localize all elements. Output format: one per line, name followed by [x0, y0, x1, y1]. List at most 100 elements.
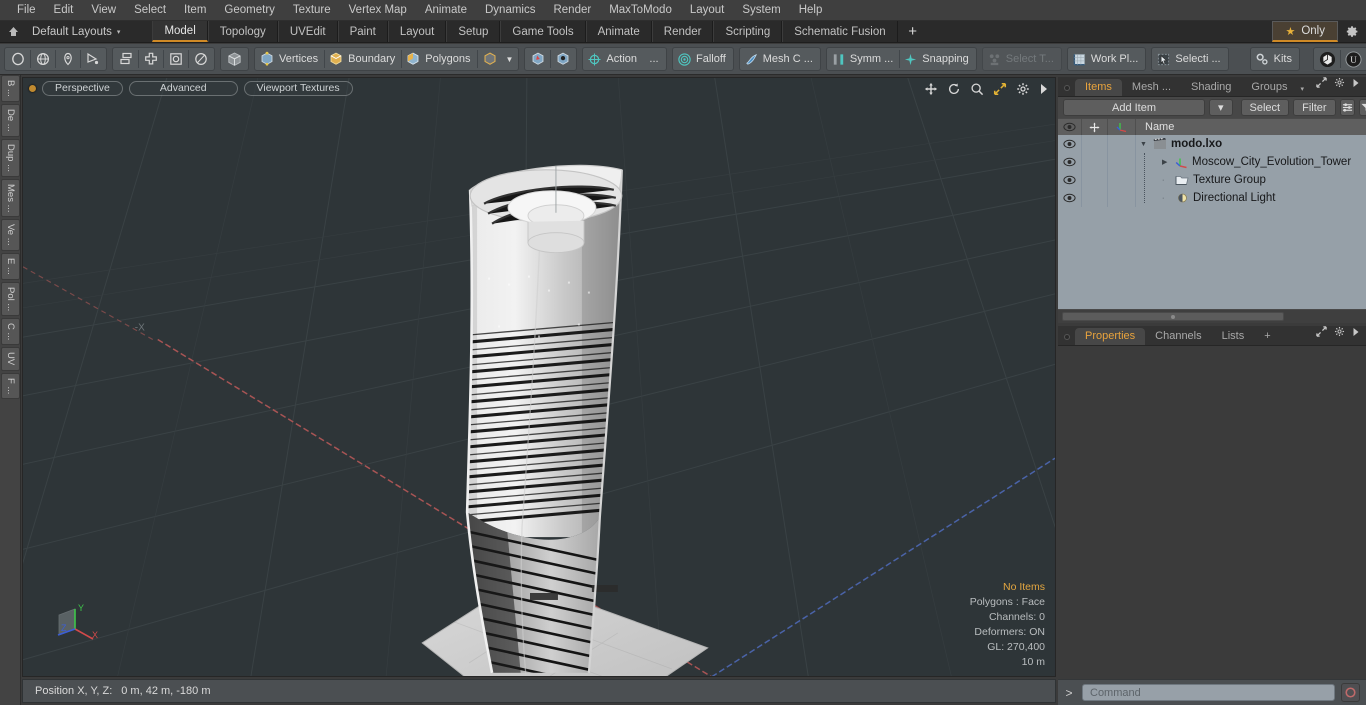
viewport-3d[interactable]: -X Perspective Advanced Viewport Texture…	[22, 77, 1056, 677]
layout-tab-paint[interactable]: Paint	[337, 21, 388, 42]
table-row[interactable]: · Texture Group	[1058, 171, 1366, 189]
menu-item-render[interactable]: Render	[544, 1, 600, 19]
left-tool-tab-8[interactable]: UV	[1, 347, 20, 371]
snapping-button[interactable]: Snapping	[900, 48, 975, 70]
table-row[interactable]: ▼ modo.lxo	[1058, 135, 1366, 153]
rotate-icon[interactable]	[947, 82, 961, 96]
ellipse-icon[interactable]	[189, 48, 213, 70]
tab-lists[interactable]: Lists	[1212, 328, 1255, 345]
left-tool-tab-0[interactable]: B ...	[1, 75, 20, 102]
selection-tool-button[interactable]: Selecti ...	[1153, 48, 1226, 70]
layout-tab-topology[interactable]: Topology	[207, 21, 278, 42]
menu-item-select[interactable]: Select	[125, 1, 175, 19]
row-axis-cell[interactable]	[1108, 135, 1136, 153]
menu-item-animate[interactable]: Animate	[416, 1, 476, 19]
default-layouts-dropdown[interactable]: Default Layouts ▾	[26, 21, 130, 42]
tab-items[interactable]: Items	[1075, 79, 1122, 96]
menu-item-layout[interactable]: Layout	[681, 1, 734, 19]
select-set-b-icon[interactable]	[551, 48, 575, 70]
pan-icon[interactable]	[924, 82, 938, 96]
menu-item-geometry[interactable]: Geometry	[215, 1, 284, 19]
left-tool-tab-3[interactable]: Mes ...	[1, 178, 20, 218]
more-icon[interactable]	[1352, 324, 1360, 342]
row-lock-cell[interactable]	[1082, 171, 1108, 189]
chevron-down-icon[interactable]: ▼	[1140, 141, 1149, 148]
select-set-a-icon[interactable]	[526, 48, 550, 70]
expand-icon[interactable]	[1316, 75, 1327, 93]
polygons-mode-button[interactable]: Polygons	[402, 48, 476, 70]
pen-shape-icon[interactable]	[56, 48, 80, 70]
more-icon[interactable]	[1039, 83, 1049, 95]
row-lock-cell[interactable]	[1082, 189, 1108, 207]
unity-icon[interactable]	[1315, 48, 1340, 70]
tab-channels[interactable]: Channels	[1145, 328, 1211, 345]
table-row[interactable]: ▶ Moscow_City_Evolution_Tower	[1058, 153, 1366, 171]
sphere-shape-icon[interactable]	[31, 48, 55, 70]
chevron-right-icon[interactable]: ▶	[1162, 158, 1171, 166]
falloff-button[interactable]: Falloff	[674, 48, 732, 70]
array-icon[interactable]	[114, 48, 138, 70]
settings-icon[interactable]	[1016, 82, 1030, 96]
ellipsis-icon[interactable]: ...	[643, 48, 665, 70]
layout-tab-render[interactable]: Render	[651, 21, 714, 42]
layout-tab-model[interactable]: Model	[152, 21, 208, 42]
select-through-button[interactable]: Select T...	[984, 48, 1060, 70]
row-axis-cell[interactable]	[1108, 189, 1136, 207]
curve-shape-icon[interactable]	[81, 48, 105, 70]
layout-tab-scripting[interactable]: Scripting	[713, 21, 783, 42]
menu-item-file[interactable]: File	[8, 1, 45, 19]
viewport-textures-dropdown[interactable]: Viewport Textures	[243, 81, 353, 96]
layout-tab-setup[interactable]: Setup	[446, 21, 501, 42]
tab-properties[interactable]: Properties	[1075, 328, 1146, 345]
boundary-mode-button[interactable]: Boundary	[325, 48, 401, 70]
add-item-button[interactable]: Add Item	[1063, 99, 1205, 116]
menu-item-help[interactable]: Help	[790, 1, 832, 19]
gear-icon[interactable]	[1338, 21, 1366, 42]
symmetry-button[interactable]: Symm ...	[828, 48, 899, 70]
layout-tab-schematic-fusion[interactable]: Schematic Fusion	[782, 21, 898, 42]
add-layout-tab-button[interactable]: +	[898, 21, 928, 42]
items-tree[interactable]: ▼ modo.lxo ▶ Moscow_City_Evolution_Tower · Te…	[1058, 135, 1366, 310]
viewport-canvas[interactable]: -X	[23, 78, 1055, 677]
row-axis-cell[interactable]	[1108, 171, 1136, 189]
record-icon[interactable]	[1341, 683, 1360, 702]
vertices-mode-button[interactable]: Vertices	[256, 48, 324, 70]
row-lock-cell[interactable]	[1082, 135, 1108, 153]
filter-button[interactable]: Filter	[1293, 99, 1336, 116]
hscroll-thumb[interactable]	[1062, 312, 1284, 321]
circle-shape-icon[interactable]	[6, 48, 30, 70]
items-tree-hscrollbar[interactable]	[1058, 310, 1366, 323]
zoom-icon[interactable]	[970, 82, 984, 96]
menu-item-view[interactable]: View	[82, 1, 125, 19]
menu-item-system[interactable]: System	[733, 1, 789, 19]
more-icon[interactable]	[1352, 75, 1360, 93]
left-tool-tab-6[interactable]: Pol ...	[1, 281, 20, 316]
tree-item-name-cell[interactable]: ▼ modo.lxo	[1136, 138, 1366, 150]
tab-mesh[interactable]: Mesh ...	[1122, 79, 1181, 96]
left-tool-tab-7[interactable]: C ...	[1, 317, 20, 346]
viewport-advanced-dropdown[interactable]: Advanced	[128, 81, 238, 96]
center-icon[interactable]	[139, 48, 163, 70]
row-visibility-eye-icon[interactable]	[1058, 171, 1082, 189]
menu-item-texture[interactable]: Texture	[284, 1, 340, 19]
left-tool-tab-2[interactable]: Dup ...	[1, 138, 20, 177]
menu-item-edit[interactable]: Edit	[45, 1, 83, 19]
layout-tab-layout[interactable]: Layout	[387, 21, 447, 42]
home-icon[interactable]	[0, 21, 26, 42]
viewport-perspective-dropdown[interactable]: Perspective	[42, 81, 123, 96]
work-plane-button[interactable]: Work Pl...	[1069, 48, 1144, 70]
expand-icon[interactable]	[1316, 324, 1327, 342]
cube-icon[interactable]	[478, 48, 502, 70]
tree-item-name-cell[interactable]: · Directional Light	[1136, 192, 1366, 204]
left-tool-tab-9[interactable]: F ...	[1, 372, 20, 399]
list-icon[interactable]	[1339, 99, 1355, 116]
gear-icon[interactable]	[1334, 75, 1345, 93]
left-tool-tab-1[interactable]: De ...	[1, 103, 20, 137]
tree-item-name-cell[interactable]: ▶ Moscow_City_Evolution_Tower	[1136, 156, 1366, 169]
row-lock-cell[interactable]	[1082, 153, 1108, 171]
cube-item-icon[interactable]	[222, 48, 247, 70]
fit-icon[interactable]	[993, 82, 1007, 96]
action-center-button[interactable]: Action	[584, 48, 643, 70]
add-properties-tab-button[interactable]: +	[1254, 328, 1280, 345]
bounding-box-icon[interactable]	[164, 48, 188, 70]
